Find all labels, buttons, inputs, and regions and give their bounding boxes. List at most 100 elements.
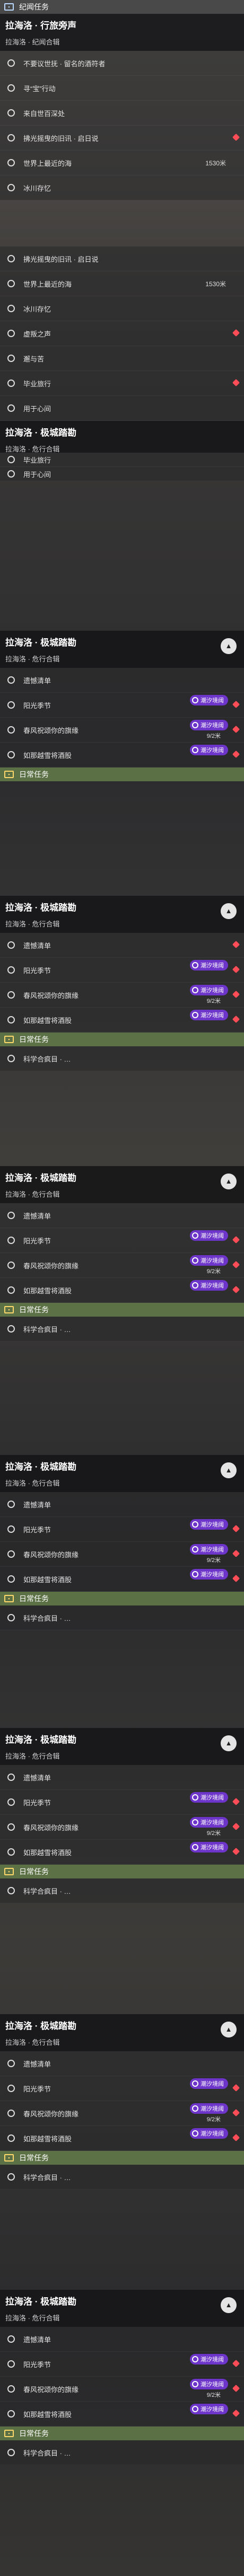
quest-item-label: 阳光季节 [23,2085,51,2093]
quest-item[interactable]: 春风祝颂你的旗缘 潮汐境阈 9/2米 [0,1815,244,1840]
quest-item[interactable]: 阳光季节 潮汐境阈 [0,1228,244,1253]
quest-item[interactable]: 拂光摇曳的旧讯 · 启日说 [0,126,244,151]
quest-item[interactable]: 遗憾清单 [0,2327,244,2352]
quest-item[interactable]: 邂与苦 [0,346,244,371]
chevron-up-icon[interactable]: ▲ [221,1735,237,1751]
quest-item[interactable]: 寻“宝”行动 [0,76,244,101]
quest-item[interactable]: 冰川存忆 [0,175,244,200]
daily-task-bar[interactable]: ▪ 日常任务 [0,1865,244,1878]
quest-header[interactable]: 拉海洛 · 极城踏勘 拉海洛 · 危行合辑 ▲ [0,1455,244,1492]
quest-item[interactable]: 如那越雪将酒股 潮汐境阈 [0,1567,244,1592]
quest-header[interactable]: 拉海洛 · 极城踏勘 拉海洛 · 危行合辑 ▲ [0,2014,244,2051]
quest-item-label: 冰川存忆 [23,305,51,313]
quest-item[interactable]: 如那越雪将酒股 潮汐境阈 [0,1008,244,1033]
quest-item[interactable]: 如那越雪将酒股 潮汐境阈 [0,2402,244,2427]
quest-header[interactable]: 拉海洛 · 极城踏勘 拉海洛 · 危行合辑 ▲ [0,896,244,933]
quest-item[interactable]: 如那越雪将酒股 潮汐境阈 [0,1840,244,1865]
purple-story-tag-icon: 潮汐境阈 [190,1569,228,1580]
quest-item-label: 世界上最近的海 [23,280,72,288]
quest-item[interactable]: 科学合疯目 · … [0,2440,244,2465]
quest-item-label: 科学合疯目 · … [23,2173,71,2182]
quest-header[interactable]: 拉海洛 · 极城踏勘 拉海洛 · 危行合辑 ▲ [0,1728,244,1765]
quest-item[interactable]: 冰川存忆 [0,296,244,321]
daily-task-bar[interactable]: ▪ 日常任务 [0,1303,244,1317]
quest-item[interactable]: 阳光季节 潮汐境阈 [0,958,244,983]
purple-story-tag-icon: 潮汐境阈 [190,1792,228,1803]
quest-header[interactable]: 拉海洛 · 极城踏勘 拉海洛 · 危行合辑 [0,421,244,453]
radio-circle-icon [7,330,15,337]
quest-item[interactable]: 遗憾清单 [0,668,244,693]
radio-circle-icon [7,2134,15,2142]
quest-item[interactable]: 不要议世抚 · 留名的酒符者 [0,51,244,76]
quest-header[interactable]: 拉海洛 · 极城踏勘 拉海洛 · 危行合辑 ▲ [0,631,244,668]
quest-header[interactable]: 拉海洛 · 极城踏勘 拉海洛 · 危行合辑 ▲ [0,2290,244,2327]
daily-task-bar[interactable]: ▪ 日常任务 [0,767,244,781]
quest-header[interactable]: 拉海洛 · 极城踏勘 拉海洛 · 危行合辑 ▲ [0,1166,244,1203]
quest-item[interactable]: 科学合疯目 · … [0,2165,244,2190]
quest-item[interactable]: 春风祝颂你的旗缘 潮汐境阈 9/2米 [0,2377,244,2402]
chevron-up-icon[interactable]: ▲ [221,903,237,919]
daily-task-label: 日常任务 [19,2154,49,2162]
daily-task-bar[interactable]: ▪ 日常任务 [0,1033,244,1046]
quest-header[interactable]: 拉海洛 · 行旅旁声 拉海洛 · 纪闻合辑 [0,14,244,51]
quest-item[interactable]: 世界上最近的海 1530米 [0,271,244,296]
quest-item[interactable]: 遗憾清单 [0,1765,244,1790]
quest-item[interactable]: 阳光季节 潮汐境阈 [0,2352,244,2377]
quest-item[interactable]: 春风祝颂你的旗缘 潮汐境阈 9/2米 [0,1253,244,1278]
quest-block: 拉海洛 · 极城踏勘 拉海洛 · 危行合辑 ▲ 遗憾清单 阳光季节 潮汐境阈 春风祝颂… [0,1728,244,1940]
calendar-icon: ▪ [4,2154,14,2162]
quest-item[interactable]: 科学合疯目 · … [0,1605,244,1630]
quest-item[interactable]: 春风祝颂你的旗缘 潮汐境阈 9/2米 [0,1542,244,1567]
quest-item[interactable]: 世界上最近的海 1530米 [0,151,244,175]
quest-item[interactable]: 如那越雪将酒股 潮汐境阈 [0,743,244,767]
quest-item[interactable]: 阳光季节 潮汐境阈 [0,693,244,718]
quest-item[interactable]: 如那越雪将酒股 潮汐境阈 [0,2126,244,2151]
quest-item[interactable]: 用于心间 [0,467,244,481]
quest-item[interactable]: 来自世百深处 [0,101,244,126]
radio-circle-icon [7,380,15,387]
quest-item-label: 科学合疯目 · … [23,1325,71,1334]
quest-item[interactable]: 春风祝颂你的旗缘 潮汐境阈 9/2米 [0,983,244,1008]
tag-label: 潮汐境阈 [201,1572,224,1578]
quest-item[interactable]: 科学合疯目 · … [0,1317,244,1342]
radio-circle-icon [7,1525,15,1533]
quest-item[interactable]: 科学合疯目 · … [0,1878,244,1903]
daily-task-bar[interactable]: ▪ 日常任务 [0,2151,244,2165]
radio-circle-icon [7,751,15,758]
quest-item-label: 遗憾清单 [23,2060,51,2068]
chevron-up-icon[interactable]: ▲ [221,2297,237,2313]
category-bar[interactable]: ▪ 纪闻任务 [0,0,244,14]
radio-circle-icon [7,1016,15,1024]
quest-item-label: 毕业旅行 [23,456,51,464]
quest-item[interactable]: 科学合疯目 · … [0,1046,244,1071]
quest-item[interactable]: 虚叛之声 [0,321,244,346]
quest-item[interactable]: 毕业旅行 [0,453,244,467]
quest-item[interactable]: 阳光季节 潮汐境阈 [0,1517,244,1542]
quest-item[interactable]: 遗憾清单 [0,1203,244,1228]
quest-item[interactable]: 用于心间 [0,396,244,421]
chevron-up-icon[interactable]: ▲ [221,2022,237,2037]
chevron-up-icon[interactable]: ▲ [221,1174,237,1189]
quest-item[interactable]: 遗憾清单 [0,1492,244,1517]
quest-item[interactable]: 拂光摇曳的旧讯 · 启日说 [0,246,244,271]
quest-item[interactable]: 春风祝颂你的旗缘 潮汐境阈 9/2米 [0,718,244,743]
quest-item[interactable]: 如那越雪将酒股 潮汐境阈 [0,1278,244,1303]
daily-task-bar[interactable]: ▪ 日常任务 [0,1592,244,1605]
quest-item[interactable]: 春风祝颂你的旗缘 潮汐境阈 9/2米 [0,2101,244,2126]
radio-circle-icon [7,2410,15,2418]
quest-item-label: 虚叛之声 [23,330,51,338]
category-label: 纪闻任务 [19,3,49,11]
radio-circle-icon [7,2110,15,2117]
chevron-up-icon[interactable]: ▲ [221,638,237,654]
quest-item[interactable]: 毕业旅行 [0,371,244,396]
tag-label: 潮汐境阈 [201,2106,224,2112]
chevron-up-icon[interactable]: ▲ [221,1462,237,1478]
daily-task-bar[interactable]: ▪ 日常任务 [0,2427,244,2440]
quest-title: 拉海洛 · 极城踏勘 [5,1735,77,1745]
quest-item[interactable]: 遗憾清单 [0,2051,244,2076]
tag-label: 潮汐境阈 [201,2406,224,2413]
quest-item[interactable]: 阳光季节 潮汐境阈 [0,2076,244,2101]
quest-item[interactable]: 遗憾清单 [0,933,244,958]
red-diamond-marker-icon [232,990,240,999]
quest-item[interactable]: 阳光季节 潮汐境阈 [0,1790,244,1815]
